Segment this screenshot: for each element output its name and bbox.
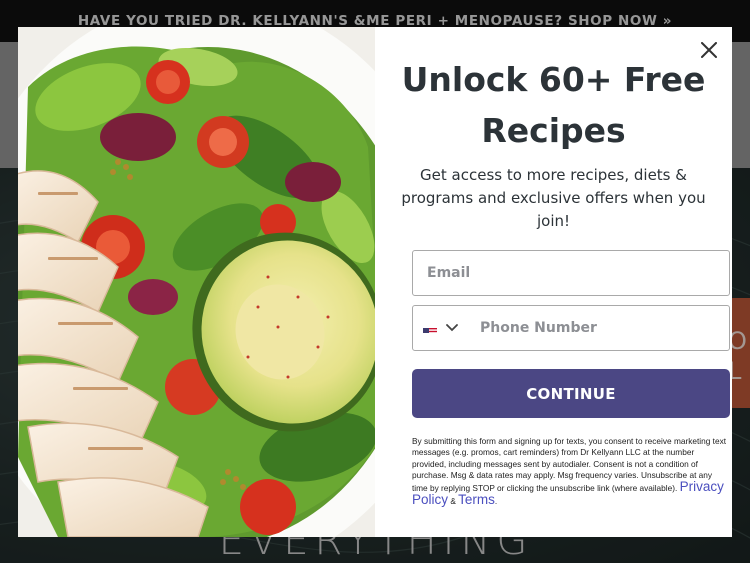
chevron-down-icon [446, 324, 458, 332]
salad-image [18, 27, 375, 537]
period-text: . [494, 496, 498, 507]
continue-button[interactable]: CONTINUE [412, 369, 730, 418]
modal-form-panel: Unlock 60+ Free Recipes Get access to mo… [375, 27, 732, 537]
and-text: & [448, 496, 459, 507]
email-input[interactable] [427, 251, 717, 295]
terms-link[interactable]: Terms [458, 492, 495, 507]
country-code-select[interactable] [423, 306, 473, 350]
phone-input[interactable] [480, 306, 720, 350]
popup-title: Unlock 60+ Free Recipes [401, 60, 706, 150]
us-flag-icon [423, 323, 437, 333]
email-field[interactable] [412, 250, 730, 296]
signup-modal: Unlock 60+ Free Recipes Get access to mo… [18, 27, 732, 537]
salad-illustration [18, 27, 375, 537]
sms-disclaimer: By submitting this form and signing up f… [412, 436, 730, 508]
phone-field[interactable] [412, 305, 730, 351]
popup-subtitle: Get access to more recipes, diets & prog… [401, 166, 706, 230]
